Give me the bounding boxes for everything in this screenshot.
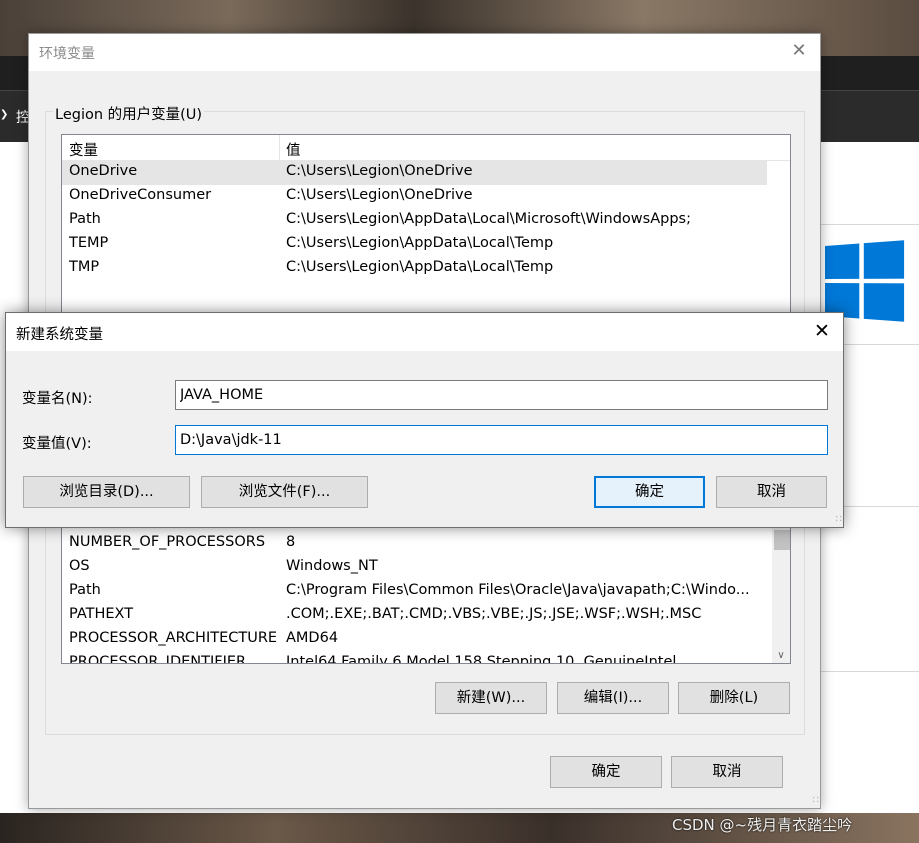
table-row[interactable]: TMP C:\Users\Legion\AppData\Local\Temp — [62, 257, 790, 281]
var-name: PROCESSOR_ARCHITECTURE — [69, 630, 278, 646]
var-value: 8 — [286, 534, 296, 550]
delete-system-var-button[interactable]: 删除(L) — [678, 682, 790, 714]
variable-value-label: 变量值(V): — [22, 436, 92, 452]
ok-button[interactable]: 确定 — [594, 476, 705, 508]
var-value: C:\Users\Legion\OneDrive — [286, 187, 473, 203]
var-name: TMP — [69, 259, 100, 275]
var-name: PROCESSOR_IDENTIFIER — [69, 654, 247, 664]
table-row[interactable]: Path C:\Users\Legion\AppData\Local\Micro… — [62, 209, 790, 233]
env-dialog-titlebar: 环境变量 ✕ — [29, 34, 820, 71]
table-row[interactable]: PATHEXT .COM;.EXE;.BAT;.CMD;.VBS;.VBE;.J… — [62, 604, 790, 628]
chevron-down-icon[interactable]: ∨ — [772, 650, 790, 661]
table-row[interactable]: OneDriveConsumer C:\Users\Legion\OneDriv… — [62, 185, 790, 209]
var-name: OS — [69, 558, 90, 574]
var-value: C:\Program Files\Common Files\Oracle\Jav… — [286, 582, 750, 598]
var-name: TEMP — [69, 235, 109, 251]
var-value: C:\Users\Legion\OneDrive — [286, 163, 473, 179]
user-vars-list[interactable]: 变量 值 OneDrive C:\Users\Legion\OneDrive O… — [61, 134, 791, 314]
var-name: Path — [69, 582, 101, 598]
scroll-thumb[interactable] — [774, 530, 790, 550]
close-icon[interactable]: ✕ — [811, 320, 833, 342]
resize-grip-icon[interactable]: ∷ — [813, 795, 819, 806]
var-value: Windows_NT — [286, 558, 378, 574]
column-header-name[interactable]: 变量 — [69, 139, 98, 160]
var-name: OneDriveConsumer — [69, 187, 212, 203]
close-icon[interactable]: ✕ — [788, 40, 810, 62]
new-dialog-title: 新建系统变量 — [16, 327, 103, 343]
table-row[interactable]: PROCESSOR_ARCHITECTURE AMD64 — [62, 628, 790, 652]
var-value: C:\Users\Legion\AppData\Local\Temp — [286, 235, 554, 251]
divider — [820, 224, 919, 225]
column-header-value[interactable]: 值 — [286, 139, 301, 160]
table-row[interactable]: TEMP C:\Users\Legion\AppData\Local\Temp — [62, 233, 790, 257]
list-header: 变量 值 — [62, 135, 790, 161]
variable-value-input[interactable] — [175, 425, 828, 455]
chevron-right-icon: ❯ — [0, 109, 9, 120]
edit-system-var-button[interactable]: 编辑(I)... — [557, 682, 669, 714]
variable-name-input[interactable] — [175, 380, 828, 410]
table-row[interactable]: NUMBER_OF_PROCESSORS 8 — [62, 532, 790, 556]
scrollbar[interactable]: ∨ — [772, 524, 790, 663]
var-value: C:\Users\Legion\AppData\Local\Temp — [286, 259, 554, 275]
divider — [820, 671, 919, 672]
system-vars-list[interactable]: NUMBER_OF_PROCESSORS 8 OS Windows_NT Pat… — [61, 524, 791, 664]
var-name: NUMBER_OF_PROCESSORS — [69, 534, 266, 550]
var-value: Intel64 Family 6 Model 158 Stepping 10, … — [286, 654, 677, 664]
new-dialog-titlebar: 新建系统变量 ✕ — [6, 313, 843, 351]
windows-logo-icon — [825, 240, 905, 322]
var-name: OneDrive — [69, 163, 138, 179]
var-value: .COM;.EXE;.BAT;.CMD;.VBS;.VBE;.JS;.JSE;.… — [286, 606, 702, 622]
variable-name-label: 变量名(N): — [22, 391, 93, 407]
table-row[interactable]: OS Windows_NT — [62, 556, 790, 580]
var-name: PATHEXT — [69, 606, 134, 622]
new-system-variable-dialog: 新建系统变量 ✕ 变量名(N): 变量值(V): 浏览目录(D)... 浏览文件… — [5, 312, 844, 528]
column-separator[interactable] — [279, 135, 280, 161]
watermark-text: CSDN @~残月青衣踏尘吟 — [672, 816, 853, 834]
browse-file-button[interactable]: 浏览文件(F)... — [201, 476, 368, 508]
resize-grip-icon[interactable]: ∷ — [836, 514, 842, 525]
browse-directory-button[interactable]: 浏览目录(D)... — [23, 476, 190, 508]
table-row[interactable]: PROCESSOR_IDENTIFIER Intel64 Family 6 Mo… — [62, 652, 790, 664]
table-row[interactable]: OneDrive C:\Users\Legion\OneDrive — [62, 161, 767, 185]
var-value: C:\Users\Legion\AppData\Local\Microsoft\… — [286, 211, 691, 227]
table-row[interactable]: Path C:\Program Files\Common Files\Oracl… — [62, 580, 790, 604]
var-name: Path — [69, 211, 101, 227]
cancel-button[interactable]: 取消 — [671, 756, 783, 788]
env-dialog-title: 环境变量 — [39, 46, 95, 62]
ok-button[interactable]: 确定 — [550, 756, 662, 788]
cancel-button[interactable]: 取消 — [716, 476, 827, 508]
new-system-var-button[interactable]: 新建(W)... — [435, 682, 547, 714]
user-vars-group-label: Legion 的用户变量(U) — [53, 103, 205, 124]
var-value: AMD64 — [286, 630, 339, 646]
